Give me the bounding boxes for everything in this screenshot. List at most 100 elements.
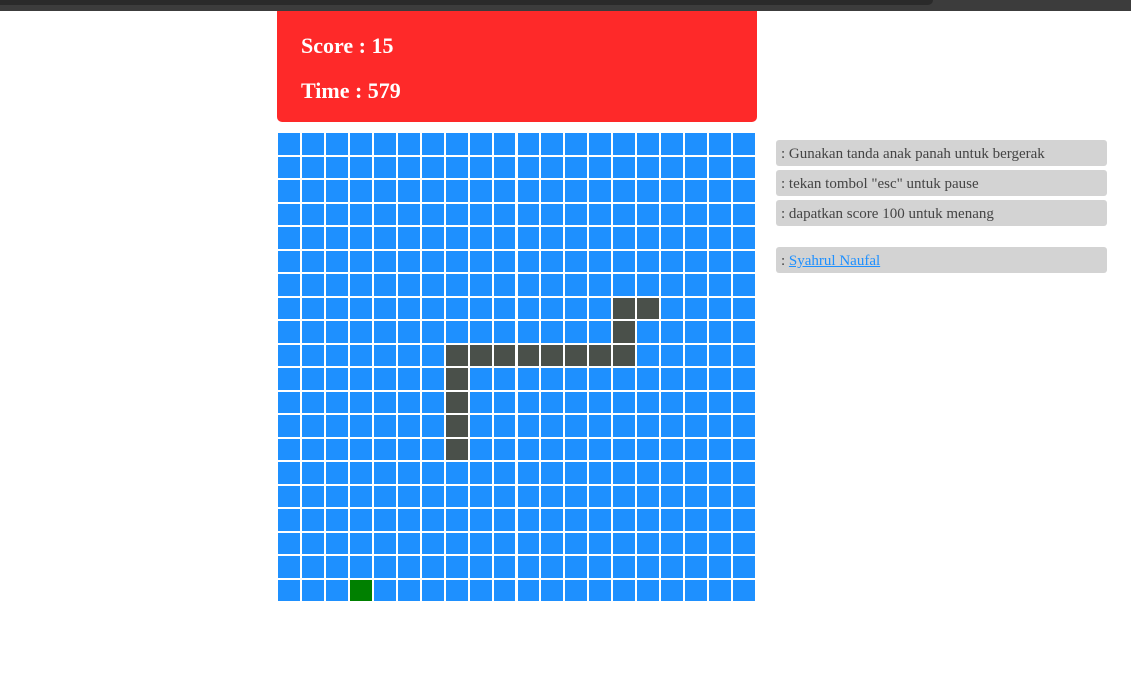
grid-cell <box>469 227 492 249</box>
grid-cell <box>301 297 324 319</box>
grid-cell <box>493 133 516 155</box>
score-display: Score : 15 <box>301 33 394 58</box>
instruction-win: : dapatkan score 100 untuk menang <box>776 200 1107 226</box>
snake-segment <box>565 344 588 366</box>
grid-cell <box>733 180 755 202</box>
food-item <box>349 579 372 601</box>
grid-cell <box>637 485 660 507</box>
grid-cell <box>397 274 420 296</box>
grid-cell <box>301 133 324 155</box>
grid-cell <box>685 438 708 460</box>
grid-cell <box>709 203 732 225</box>
snake-segment <box>613 297 636 319</box>
grid-cell <box>493 180 516 202</box>
grid-cell <box>613 156 636 178</box>
grid-cell <box>373 532 396 554</box>
grid-cell <box>301 462 324 484</box>
grid-cell <box>661 438 684 460</box>
grid-cell <box>278 462 300 484</box>
grid-cell <box>325 556 348 578</box>
grid-cell <box>685 462 708 484</box>
grid-cell <box>637 391 660 413</box>
grid-cell <box>685 509 708 531</box>
grid-cell <box>469 579 492 601</box>
game-board[interactable] <box>278 133 757 603</box>
grid-cell <box>541 438 564 460</box>
grid-cell <box>469 509 492 531</box>
grid-cell <box>565 415 588 437</box>
snake-segment <box>445 391 468 413</box>
grid-cell <box>517 368 540 390</box>
grid-cell <box>397 156 420 178</box>
grid-cell <box>349 297 372 319</box>
grid-cell <box>637 509 660 531</box>
browser-top-bar <box>0 0 1131 11</box>
grid-cell <box>325 344 348 366</box>
grid-cell <box>301 438 324 460</box>
grid-cell <box>589 133 612 155</box>
grid-cell <box>637 438 660 460</box>
grid-cell <box>709 532 732 554</box>
snake-segment <box>445 368 468 390</box>
grid-cell <box>517 391 540 413</box>
grid-cell <box>373 250 396 272</box>
grid-cell <box>349 203 372 225</box>
author-link[interactable]: Syahrul Naufal <box>789 253 880 269</box>
grid-cell <box>278 321 300 343</box>
grid-cell <box>589 532 612 554</box>
grid-cell <box>589 156 612 178</box>
grid-cell <box>397 227 420 249</box>
grid-cell <box>685 485 708 507</box>
grid-cell <box>397 532 420 554</box>
grid-cell <box>493 462 516 484</box>
grid-cell <box>685 321 708 343</box>
grid-cell <box>469 133 492 155</box>
grid-cell <box>421 250 444 272</box>
grid-cell <box>469 391 492 413</box>
grid-cell <box>493 250 516 272</box>
grid-cell <box>637 203 660 225</box>
grid-cell <box>421 180 444 202</box>
grid-cell <box>565 462 588 484</box>
grid-cell <box>541 297 564 319</box>
grid-cell <box>373 297 396 319</box>
grid-cell <box>469 250 492 272</box>
grid-cell <box>637 532 660 554</box>
grid-cell <box>517 133 540 155</box>
grid-cell <box>278 156 300 178</box>
grid-cell <box>589 579 612 601</box>
grid-cell <box>421 321 444 343</box>
grid-cell <box>278 485 300 507</box>
grid-cell <box>685 415 708 437</box>
grid-cell <box>733 485 755 507</box>
grid-cell <box>325 485 348 507</box>
grid-cell <box>349 156 372 178</box>
grid-cell <box>493 203 516 225</box>
grid-cell <box>493 438 516 460</box>
grid-cell <box>661 297 684 319</box>
time-display: Time : 579 <box>301 78 401 103</box>
grid-cell <box>301 579 324 601</box>
grid-cell <box>661 227 684 249</box>
grid-cell <box>733 133 755 155</box>
grid-cell <box>349 227 372 249</box>
grid-cell <box>349 438 372 460</box>
grid-cell <box>349 250 372 272</box>
grid-cell <box>637 321 660 343</box>
grid-cell <box>397 415 420 437</box>
grid-cell <box>325 415 348 437</box>
grid-cell <box>733 344 755 366</box>
grid-cell <box>637 579 660 601</box>
grid-cell <box>325 368 348 390</box>
grid-cell <box>517 485 540 507</box>
grid-cell <box>421 485 444 507</box>
grid-cell <box>421 227 444 249</box>
grid-cell <box>541 368 564 390</box>
grid-cell <box>661 415 684 437</box>
grid-cell <box>493 368 516 390</box>
grid-cell <box>637 227 660 249</box>
grid-cell <box>541 274 564 296</box>
grid-cell <box>421 579 444 601</box>
grid-cell <box>325 579 348 601</box>
grid-cell <box>325 532 348 554</box>
